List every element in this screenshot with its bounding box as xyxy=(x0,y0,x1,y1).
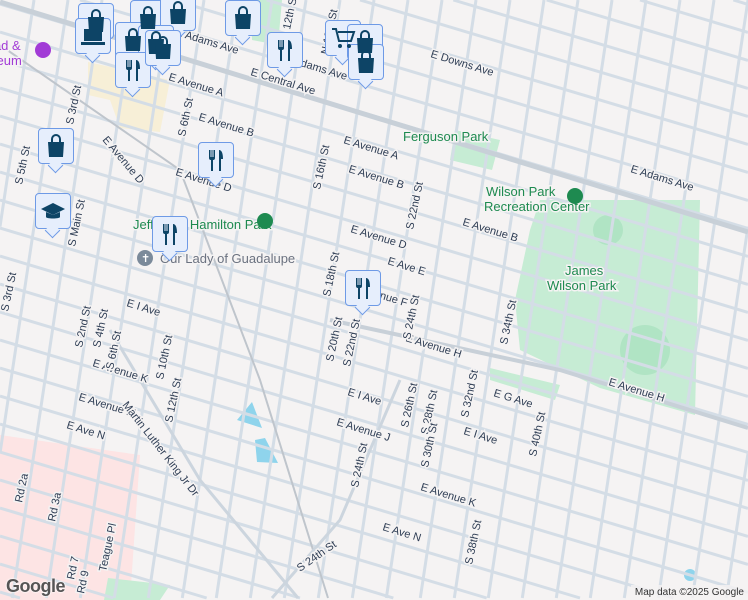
cross-icon: ✝ xyxy=(141,253,150,265)
restaurant-marker[interactable] xyxy=(345,270,381,306)
shopping-icon xyxy=(358,50,374,73)
street-label: S 22nd St xyxy=(341,318,363,368)
shopping-marker[interactable] xyxy=(348,44,384,80)
map-attribution[interactable]: Map data ©2025 Google xyxy=(630,585,748,600)
laptop-marker[interactable] xyxy=(75,18,111,54)
shopping-marker[interactable] xyxy=(38,128,74,164)
street-label: E Downs Ave xyxy=(429,48,495,79)
james-wilson-park-label: Wilson Park xyxy=(547,278,617,293)
laptop-icon xyxy=(81,29,105,45)
street-label: E Adams Ave xyxy=(629,163,695,194)
street-label: S 20th St xyxy=(324,316,345,363)
shopping-icon xyxy=(155,36,171,59)
avenue-road xyxy=(732,0,748,6)
restaurant-marker[interactable] xyxy=(152,216,188,252)
street-label: E I Ave xyxy=(346,386,383,408)
street-label: E Avenue D xyxy=(349,223,408,251)
restaurant-icon xyxy=(126,60,140,81)
restaurant-marker[interactable] xyxy=(267,32,303,68)
shopping-marker[interactable] xyxy=(225,0,261,36)
street-label: E Avenue A xyxy=(167,71,225,99)
shopping-icon xyxy=(170,1,186,24)
street-label: S 12th St xyxy=(163,377,184,424)
restaurant-marker[interactable] xyxy=(115,52,151,88)
school-icon xyxy=(41,203,65,219)
james-label: James xyxy=(565,263,604,278)
street-label: S 24th St xyxy=(295,539,339,575)
museum-label-line1: Railroad & xyxy=(0,38,21,53)
street-label: S 22nd St xyxy=(404,181,426,231)
shopping-marker[interactable] xyxy=(160,0,196,31)
museum-pin-icon xyxy=(35,42,51,58)
restaurant-icon xyxy=(163,224,177,245)
avenue-road xyxy=(639,0,748,34)
street-label: S 24th St xyxy=(349,442,370,489)
shopping-icon xyxy=(235,6,251,29)
street-label: S 3rd St xyxy=(0,271,19,312)
street-label: S 2nd St xyxy=(73,305,94,349)
museum-label-line2: Museum xyxy=(0,53,22,68)
restaurant-icon xyxy=(209,150,223,171)
school-marker[interactable] xyxy=(35,193,71,229)
restaurant-icon xyxy=(278,40,292,61)
shopping-icon xyxy=(48,134,64,157)
google-logo: Google xyxy=(6,576,66,596)
street-label: E Avenue B xyxy=(347,163,405,191)
wilson-park-label: Wilson Park xyxy=(486,184,556,199)
avenue-road xyxy=(359,0,748,118)
street-label: E Ave E xyxy=(386,255,427,278)
shopping-marker[interactable] xyxy=(145,30,181,66)
street-label: E I Ave xyxy=(125,297,162,319)
street-label: E Avenue B xyxy=(197,111,255,139)
ferguson-park-label: Ferguson Park xyxy=(403,129,489,144)
street-label: S 10th St xyxy=(154,334,175,381)
street-label: E Avenue K xyxy=(91,357,150,385)
street-label: S 4th St xyxy=(91,308,111,349)
park-pin-icon xyxy=(257,213,273,229)
recreation-pin-icon xyxy=(567,188,583,204)
our-lady-of-guadalupe-label: Our Lady of Guadalupe xyxy=(160,251,295,266)
restaurant-marker[interactable] xyxy=(198,142,234,178)
restaurant-icon xyxy=(356,278,370,299)
